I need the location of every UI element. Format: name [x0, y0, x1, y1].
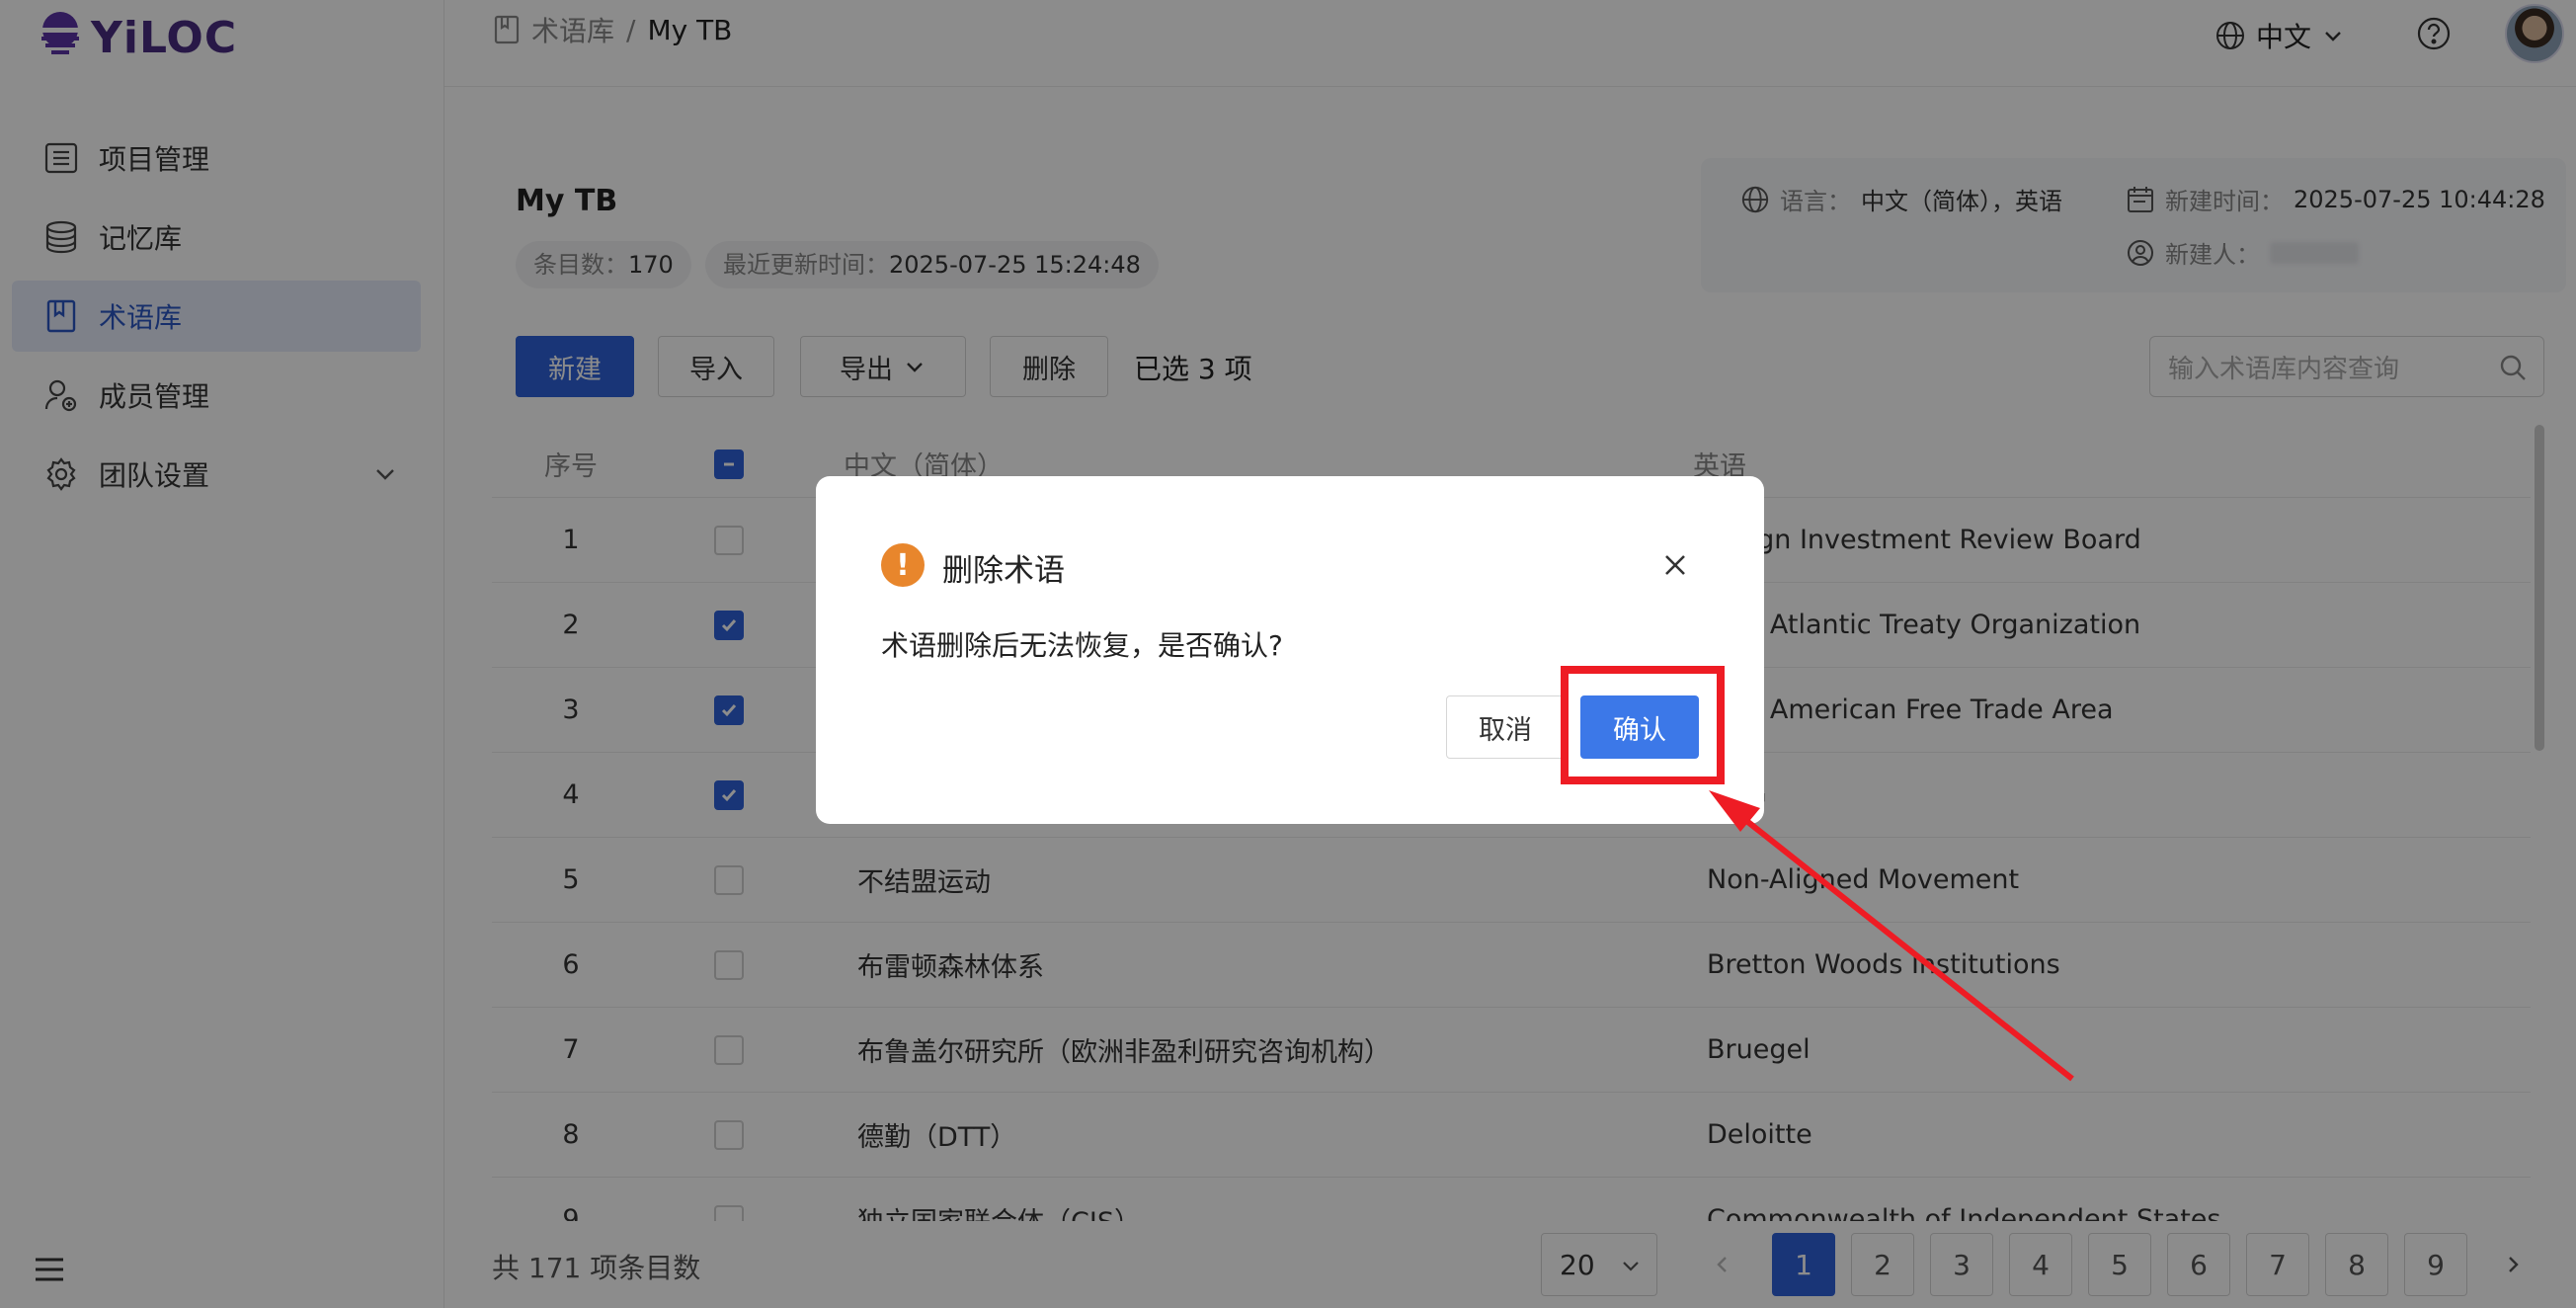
- cancel-button[interactable]: 取消: [1446, 695, 1565, 759]
- warning-icon: !: [881, 543, 925, 587]
- close-icon[interactable]: [1659, 549, 1691, 581]
- annotation-highlight-box: [1561, 666, 1725, 784]
- dialog-message: 术语删除后无法恢复，是否确认?: [881, 629, 1283, 662]
- dialog-title: 删除术语: [942, 553, 1065, 589]
